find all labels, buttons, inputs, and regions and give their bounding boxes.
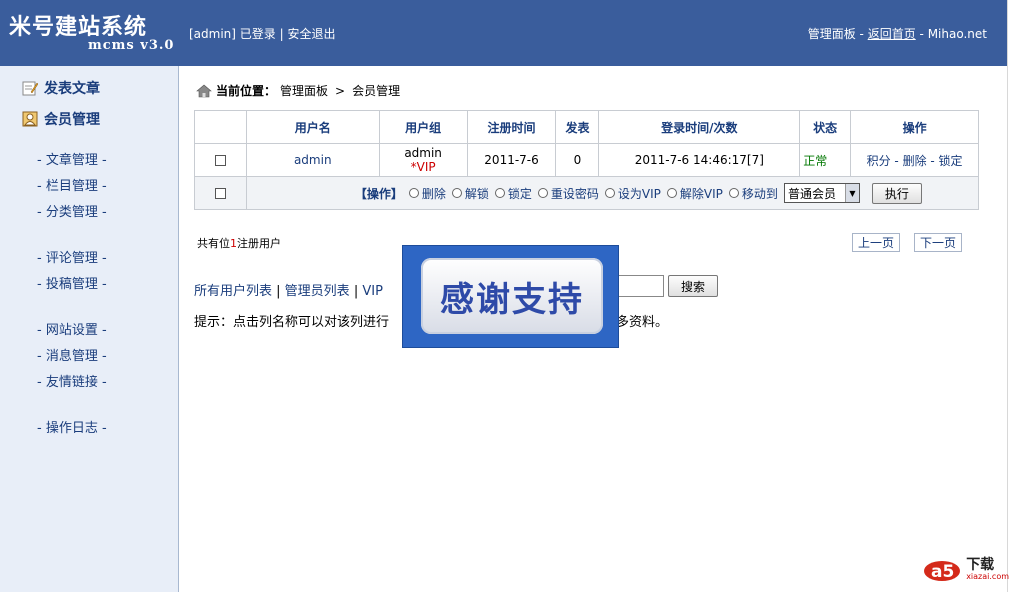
col-group[interactable]: 用户组: [378, 110, 468, 144]
header-select: [194, 110, 247, 144]
logo-version: mcms v3.0: [88, 38, 175, 53]
site-link[interactable]: Mihao.net: [928, 27, 987, 41]
opt-set-vip[interactable]: 设为VIP: [604, 185, 661, 202]
panel-link[interactable]: 管理面板: [808, 27, 856, 41]
col-posts[interactable]: 发表: [555, 110, 600, 144]
members-table: 用户名 用户组 注册时间 发表 登录时间/次数 状态 操作 admin admi…: [194, 110, 980, 210]
back-home-link[interactable]: 返回首页: [868, 27, 916, 41]
sidebar-item-categories[interactable]: - 分类管理 -: [37, 201, 107, 220]
opt-unlock[interactable]: 解锁: [451, 185, 489, 202]
opt-remove-vip[interactable]: 解除VIP: [666, 185, 723, 202]
cell-group: admin *VIP: [378, 143, 468, 177]
sidebar-item-articles[interactable]: - 文章管理 -: [37, 149, 107, 168]
sidebar-item-members[interactable]: 会员管理: [22, 109, 100, 129]
all-users-link[interactable]: 所有用户列表: [194, 284, 272, 299]
col-reg-time[interactable]: 注册时间: [466, 110, 557, 144]
user-status: [admin] 已登录: [189, 27, 276, 41]
opt-reset-password[interactable]: 重设密码: [537, 185, 599, 202]
edit-icon: [22, 81, 38, 96]
table-row: admin admin *VIP 2011-7-6 0 2011-7-6 14:…: [194, 143, 979, 177]
batch-row: 【操作】 删除 解锁 锁定 重设密码 设为VIP 解除VIP 移动到 普通会员 ▼…: [194, 176, 980, 210]
breadcrumb-panel[interactable]: 管理面板: [280, 82, 328, 99]
col-status[interactable]: 状态: [799, 110, 852, 144]
a5-logo-icon: a5: [924, 561, 961, 582]
prev-page-button[interactable]: 上一页: [852, 233, 900, 252]
sidebar-item-links[interactable]: - 友情链接 -: [37, 371, 107, 390]
window-edge: [1007, 0, 1021, 592]
logout-link[interactable]: 安全退出: [287, 27, 335, 41]
vip-badge: *VIP: [410, 160, 436, 174]
col-login[interactable]: 登录时间/次数: [598, 110, 801, 144]
delete-link[interactable]: 删除: [903, 154, 927, 168]
sidebar-item-columns[interactable]: - 栏目管理 -: [37, 175, 107, 194]
row-checkbox[interactable]: [214, 155, 226, 166]
member-icon: [22, 111, 38, 127]
search-input[interactable]: [615, 275, 664, 297]
cell-posts: 0: [555, 143, 600, 177]
sidebar-item-post[interactable]: 发表文章: [22, 78, 100, 98]
sidebar-item-label: 发表文章: [44, 81, 100, 97]
col-actions: 操作: [850, 110, 979, 144]
col-username[interactable]: 用户名: [245, 110, 380, 144]
vip-list-link[interactable]: VIP: [362, 284, 383, 299]
sidebar-item-logs[interactable]: - 操作日志 -: [37, 417, 107, 436]
user-status-bar: [admin] 已登录 | 安全退出: [189, 27, 336, 41]
thanks-text: 感谢支持: [421, 258, 603, 334]
next-page-button[interactable]: 下一页: [914, 233, 962, 252]
cell-reg-time: 2011-7-6: [466, 143, 557, 177]
cell-login: 2011-7-6 14:46:17[7]: [598, 143, 801, 177]
breadcrumb-current: 会员管理: [352, 84, 401, 98]
watermark: a5 下载 xiazai.com: [922, 554, 1009, 584]
opt-lock[interactable]: 锁定: [494, 185, 532, 202]
logo-title: 米号建站系统: [9, 14, 148, 40]
cell-status: 正常: [799, 143, 852, 177]
opt-delete[interactable]: 删除: [408, 185, 446, 202]
search-button[interactable]: 搜索: [668, 275, 718, 297]
breadcrumb: 当前位置： 管理面板 > 会员管理: [196, 82, 400, 99]
cell-username[interactable]: admin: [245, 143, 380, 177]
thanks-overlay: 感谢支持: [402, 245, 619, 348]
points-link[interactable]: 积分: [867, 154, 891, 168]
lock-link[interactable]: 锁定: [939, 154, 963, 168]
user-count: 共有位1注册用户: [197, 237, 281, 250]
top-header: 米号建站系统 mcms v3.0 [admin] 已登录 | 安全退出 管理面板…: [0, 0, 1007, 66]
sidebar-item-settings[interactable]: - 网站设置 -: [37, 319, 107, 338]
opt-move-to[interactable]: 移动到: [728, 185, 778, 202]
select-all-checkbox[interactable]: [214, 188, 226, 199]
cell-actions: 积分 - 删除 - 锁定: [850, 143, 979, 177]
admin-list-link[interactable]: 管理员列表: [285, 284, 350, 299]
chevron-down-icon: ▼: [844, 184, 859, 202]
move-target-select[interactable]: 普通会员 ▼: [783, 183, 860, 203]
header-nav: 管理面板 - 返回首页 - Mihao.net: [807, 27, 987, 41]
sidebar-item-messages[interactable]: - 消息管理 -: [37, 345, 107, 364]
sidebar-item-label: 会员管理: [44, 112, 100, 128]
list-links: 所有用户列表 | 管理员列表 | VIP: [194, 284, 383, 299]
batch-label: 【操作】: [354, 186, 403, 201]
sidebar: 发表文章 会员管理 - 文章管理 - - 栏目管理 - - 分类管理 - - 评…: [0, 66, 179, 592]
sidebar-item-comments[interactable]: - 评论管理 -: [37, 247, 107, 266]
batch-actions: 【操作】 删除 解锁 锁定 重设密码 设为VIP 解除VIP 移动到 普通会员 ▼…: [247, 182, 978, 204]
execute-button[interactable]: 执行: [871, 182, 922, 204]
breadcrumb-prefix: 当前位置：: [216, 84, 277, 98]
home-icon: [196, 84, 212, 97]
svg-text:a5: a5: [931, 562, 954, 582]
sidebar-item-submissions[interactable]: - 投稿管理 -: [37, 273, 107, 292]
